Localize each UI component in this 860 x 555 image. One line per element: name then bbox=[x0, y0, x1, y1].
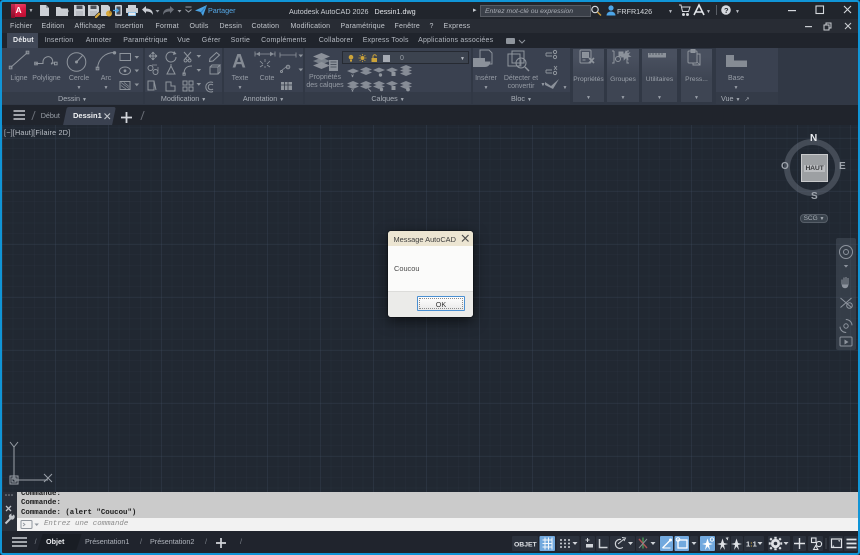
svg-text:?: ? bbox=[724, 6, 729, 15]
svg-text:A: A bbox=[232, 52, 246, 73]
svg-text:1:1: 1:1 bbox=[746, 540, 757, 549]
svg-text:OBJET: OBJET bbox=[514, 541, 538, 548]
svg-text:Partager: Partager bbox=[208, 6, 236, 15]
